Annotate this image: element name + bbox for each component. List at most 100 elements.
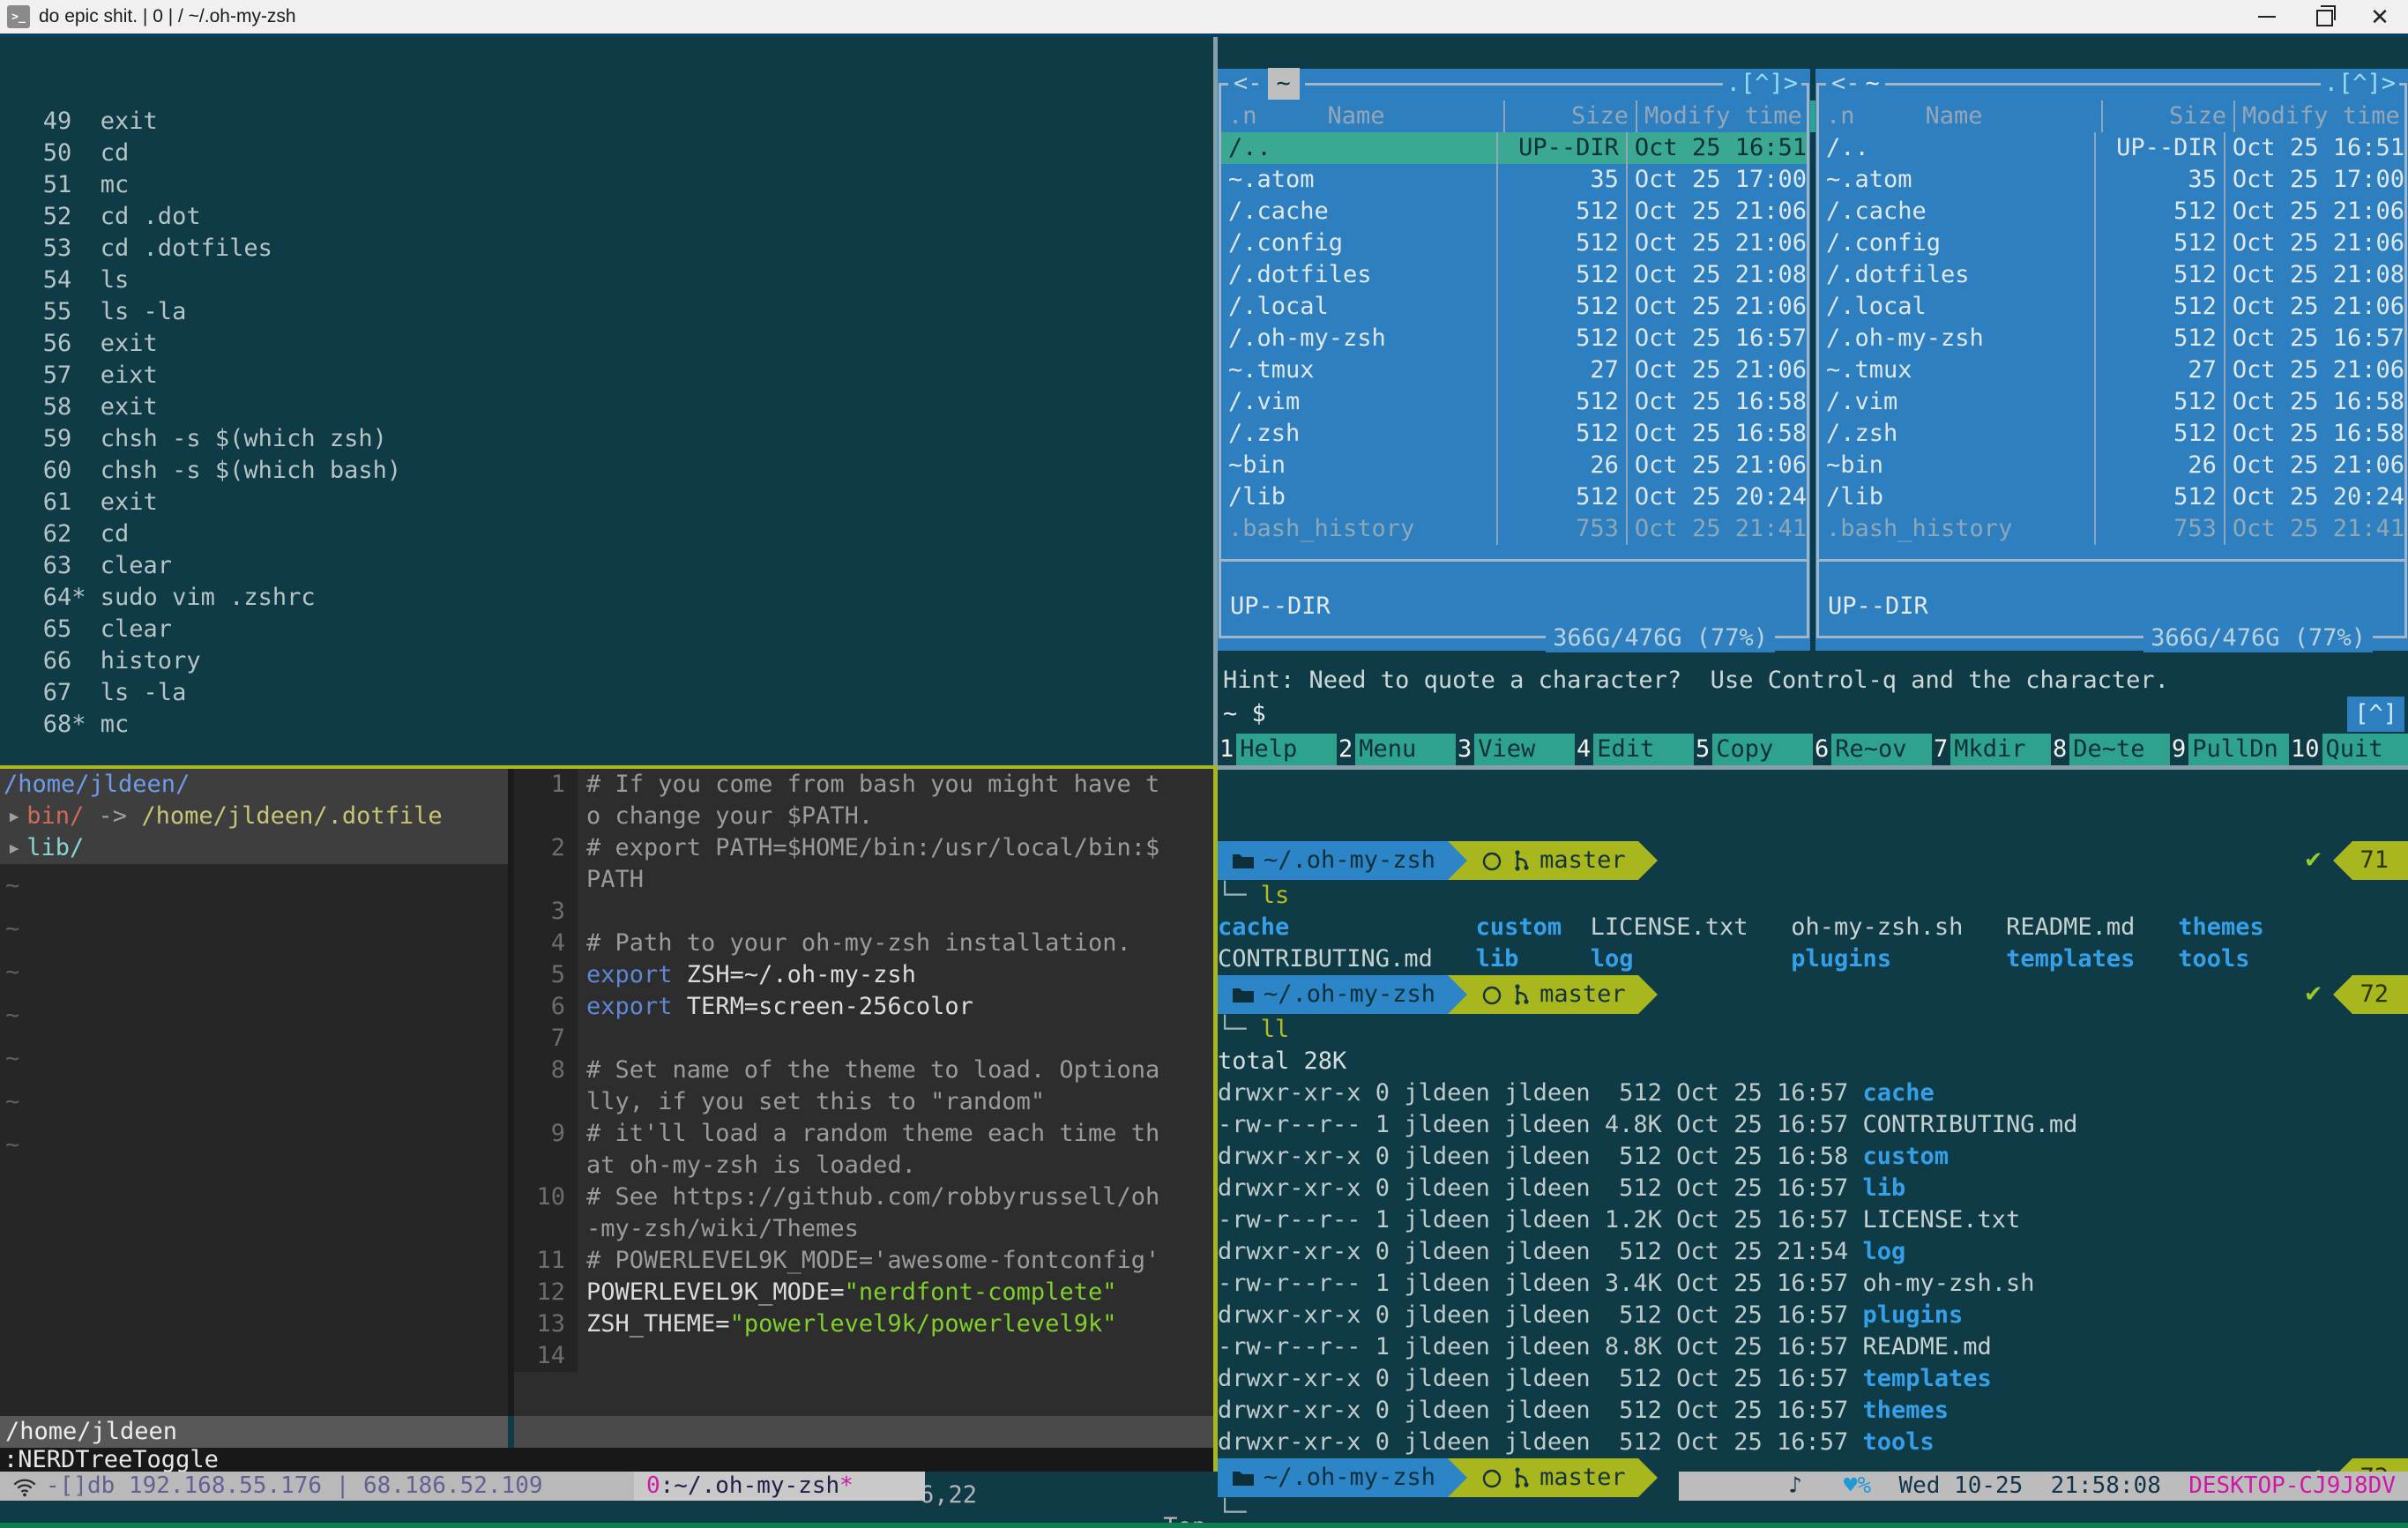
restore-button[interactable]	[2295, 0, 2352, 34]
buffer-line[interactable]: lly, if you set this to "random"	[514, 1086, 1213, 1118]
status-badge-arrow-icon	[2333, 841, 2352, 880]
mc-fnkey-edit[interactable]: 4Edit	[1575, 734, 1694, 765]
mc-file-row[interactable]: /.cache512Oct 25 21:06	[1221, 196, 1807, 227]
pane-history[interactable]: 49 exit 50 cd 51 mc 52 cd .dot 53 cd .do…	[0, 37, 1213, 765]
mc-col-size[interactable]: Size	[2101, 101, 2235, 132]
buffer-line[interactable]: 1# If you come from bash you might have …	[514, 769, 1213, 801]
mc-fnkey-copy[interactable]: 5Copy	[1694, 734, 1813, 765]
pane-zsh[interactable]: ~/.oh-my-zshmaster✔71└─ lscache custom L…	[1218, 769, 2408, 1472]
vim-window-separator[interactable]	[508, 769, 514, 1416]
tmux-window-tab[interactable]: 0:~/.oh-my-zsh*	[634, 1472, 925, 1501]
buffer-line[interactable]: 7	[514, 1023, 1213, 1055]
mc-file-row[interactable]: /.zsh512Oct 25 16:58	[1819, 418, 2404, 450]
mc-file-row[interactable]: /.config512Oct 25 21:06	[1221, 227, 1807, 259]
mc-fnkey-view[interactable]: 3View	[1456, 734, 1575, 765]
buffer-line[interactable]: 9# it'll load a random theme each time t…	[514, 1118, 1213, 1150]
mc-panel-corner-controls[interactable]: .[^]>	[2321, 69, 2399, 99]
buffer-line[interactable]: o change your $PATH.	[514, 801, 1213, 832]
minimize-button[interactable]	[2239, 0, 2295, 34]
ll-file-meta: drwxr-xr-x 0 jldeen jldeen 512 Oct 25 16…	[1218, 1397, 1863, 1424]
mc-file-row[interactable]: ~.atom35Oct 25 17:00	[1221, 164, 1807, 196]
pane-vim[interactable]: /home/jldeen/▸bin/ -> /home/jldeen/.dotf…	[0, 769, 1213, 1472]
mc-panel-corner-controls[interactable]: .[^]>	[1723, 69, 1801, 99]
mc-file-time: Oct 25 17:00	[2225, 164, 2404, 196]
mc-file-row[interactable]: /.vim512Oct 25 16:58	[1221, 386, 1807, 418]
mc-panel-left[interactable]: <-~ .[^]> .nNameSizeModify time/..UP--DIRO…	[1218, 69, 1810, 651]
mc-file-row[interactable]: ~.atom35Oct 25 17:00	[1819, 164, 2404, 196]
mc-panel-right[interactable]: <-~ .[^]> .nNameSizeModify time/..UP--DIRO…	[1815, 69, 2408, 651]
mc-file-size: 512	[1496, 323, 1628, 354]
mc-file-row[interactable]: ~bin26Oct 25 21:06	[1819, 450, 2404, 481]
mc-file-time: Oct 25 20:24	[1628, 481, 1807, 513]
mc-file-row[interactable]: /..UP--DIROct 25 16:51	[1819, 132, 2404, 164]
mc-file-row[interactable]: ~.tmux27Oct 25 21:06	[1819, 354, 2404, 386]
mc-col-time[interactable]: Modify time	[2235, 101, 2404, 132]
buffer-line[interactable]: 3	[514, 896, 1213, 928]
buffer-line[interactable]: 11# POWERLEVEL9K_MODE='awesome-fontconfi…	[514, 1245, 1213, 1277]
close-button[interactable]: ✕	[2352, 0, 2408, 34]
mc-file-row[interactable]: /.local512Oct 25 21:06	[1819, 291, 2404, 323]
mc-file-row[interactable]: /lib512Oct 25 20:24	[1221, 481, 1807, 513]
mc-fnkey-pulldn[interactable]: 9PullDn	[2170, 734, 2289, 765]
mc-fnkey-mkdir[interactable]: 7Mkdir	[1932, 734, 2051, 765]
ll-output-row: drwxr-xr-x 0 jldeen jldeen 512 Oct 25 16…	[1218, 1300, 2408, 1331]
mc-file-size: 512	[2094, 259, 2225, 291]
vim-buffer-window[interactable]: 1# If you come from bash you might have …	[514, 769, 1213, 1416]
mc-col-name-label: Name	[1926, 101, 1983, 132]
buffer-line[interactable]: 8# Set name of the theme to load. Option…	[514, 1055, 1213, 1086]
mc-file-row[interactable]: /.dotfiles512Oct 25 21:08	[1819, 259, 2404, 291]
history-line: 59 chsh -s $(which zsh)	[0, 423, 1213, 455]
buffer-line[interactable]: 6export TERM=screen-256color	[514, 991, 1213, 1023]
mc-fnkey-help[interactable]: 1Help	[1218, 734, 1337, 765]
mc-file-row[interactable]: /.zsh512Oct 25 16:58	[1221, 418, 1807, 450]
mc-fnkey-dete[interactable]: 8De~te	[2051, 734, 2170, 765]
mc-file-row[interactable]: /lib512Oct 25 20:24	[1819, 481, 2404, 513]
buffer-line[interactable]: at oh-my-zsh is loaded.	[514, 1150, 1213, 1181]
mc-col-name[interactable]: .nName	[1221, 101, 1503, 132]
buffer-line[interactable]: 2# export PATH=$HOME/bin:/usr/local/bin:…	[514, 832, 1213, 864]
mc-fnkey-quit[interactable]: 10Quit	[2289, 734, 2408, 765]
mc-panel-path[interactable]: <-~	[1826, 69, 1885, 99]
powerline-arrow-icon	[1448, 975, 1467, 1014]
mc-file-row[interactable]: /.oh-my-zsh512Oct 25 16:57	[1819, 323, 2404, 354]
mc-col-time[interactable]: Modify time	[1637, 101, 1807, 132]
mc-fnkey-reov[interactable]: 6Re~ov	[1813, 734, 1932, 765]
mc-col-name[interactable]: .nName	[1819, 101, 2101, 132]
mc-prompt[interactable]: ~ $[^]	[1223, 698, 2408, 730]
mc-file-row[interactable]: /.dotfiles512Oct 25 21:08	[1221, 259, 1807, 291]
buffer-line[interactable]: 12POWERLEVEL9K_MODE="nerdfont-complete"	[514, 1277, 1213, 1308]
buffer-line[interactable]: -my-zsh/wiki/Themes	[514, 1213, 1213, 1245]
pane-mc[interactable]: Left File Command Options Right <-~.[^]>…	[1218, 37, 2408, 765]
buffer-line[interactable]: PATH	[514, 864, 1213, 896]
prompt-git-segment: master	[1467, 975, 1638, 1014]
mc-file-row[interactable]: /.config512Oct 25 21:06	[1819, 227, 2404, 259]
mc-file-row[interactable]: /.oh-my-zsh512Oct 25 16:57	[1221, 323, 1807, 354]
mc-file-time: Oct 25 16:57	[2225, 323, 2404, 354]
mc-file-size: 512	[2094, 291, 2225, 323]
mc-file-row[interactable]: /.cache512Oct 25 21:06	[1819, 196, 2404, 227]
mc-col-size[interactable]: Size	[1503, 101, 1637, 132]
buffer-line[interactable]: 5export ZSH=~/.oh-my-zsh	[514, 959, 1213, 991]
vim-commandline[interactable]: :NERDTreeToggle	[0, 1448, 1213, 1472]
buffer-line[interactable]: 4# Path to your oh-my-zsh installation.	[514, 928, 1213, 959]
history-line: 50 cd	[0, 138, 1213, 169]
buffer-line[interactable]: 14	[514, 1340, 1213, 1372]
mc-file-time: Oct 25 21:06	[2225, 354, 2404, 386]
mc-file-row[interactable]: /.vim512Oct 25 16:58	[1819, 386, 2404, 418]
buffer-line[interactable]: 13ZSH_THEME="powerlevel9k/powerlevel9k"	[514, 1308, 1213, 1340]
buffer-line[interactable]: 10# See https://github.com/robbyrussell/…	[514, 1181, 1213, 1213]
mc-file-row[interactable]: .bash_history753Oct 25 21:41	[1221, 513, 1807, 545]
mc-file-row[interactable]: /..UP--DIROct 25 16:51	[1221, 132, 1807, 164]
mc-file-row[interactable]: ~bin26Oct 25 21:06	[1221, 450, 1807, 481]
mc-file-row[interactable]: .bash_history753Oct 25 21:41	[1819, 513, 2404, 545]
mc-panel-scroll-badge[interactable]: [^]	[2347, 697, 2404, 732]
nerdtree-window[interactable]: /home/jldeen/▸bin/ -> /home/jldeen/.dotf…	[0, 769, 508, 1416]
nerdtree-root[interactable]: /home/jldeen/	[0, 769, 508, 801]
mc-panel-path[interactable]: <-~	[1228, 69, 1305, 99]
nerdtree-node[interactable]: ▸bin/ -> /home/jldeen/.dotfile	[0, 801, 508, 832]
titlebar: >_ do epic shit. | 0 | / ~/.oh-my-zsh ✕	[0, 0, 2408, 37]
mc-fnkey-menu[interactable]: 2Menu	[1337, 734, 1456, 765]
nerdtree-node[interactable]: ▸lib/	[0, 832, 508, 864]
mc-file-row[interactable]: ~.tmux27Oct 25 21:06	[1221, 354, 1807, 386]
mc-file-row[interactable]: /.local512Oct 25 21:06	[1221, 291, 1807, 323]
